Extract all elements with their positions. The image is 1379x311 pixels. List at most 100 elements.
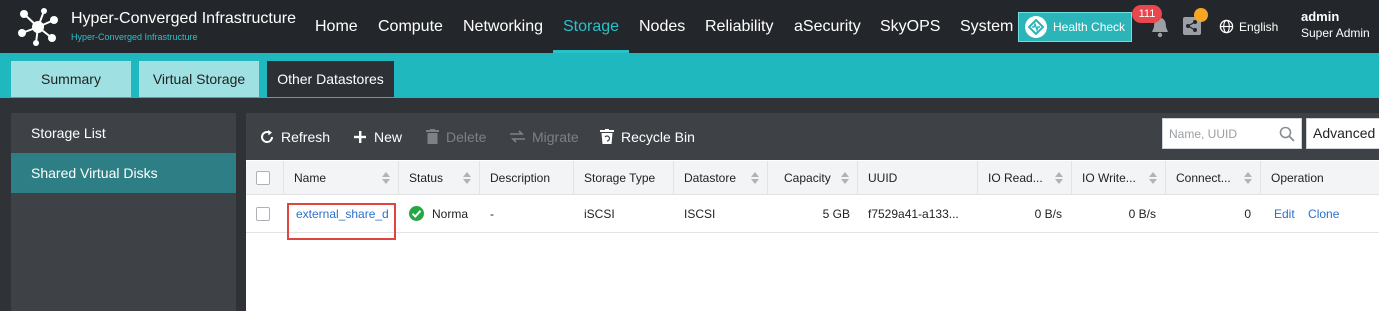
nav-nodes[interactable]: Nodes (639, 0, 685, 53)
top-navbar: Hyper-Converged Infrastructure Hyper-Con… (0, 0, 1379, 53)
column-io-read-label: IO Read... (988, 171, 1043, 185)
migrate-button[interactable]: Migrate (510, 113, 579, 160)
status-label: Norma (432, 207, 469, 221)
health-check-label: Health Check (1053, 20, 1126, 34)
search-input[interactable] (1169, 125, 1275, 143)
column-datastore-label: Datastore (684, 171, 737, 185)
sort-icon[interactable] (1149, 172, 1157, 184)
logo-icon (18, 8, 58, 46)
capacity-cell: 5 GB (822, 207, 850, 221)
nav-compute[interactable]: Compute (378, 0, 443, 53)
refresh-label: Refresh (281, 128, 331, 145)
left-sidebar: Storage List Shared Virtual Disks (11, 113, 236, 311)
migrate-label: Migrate (532, 128, 579, 145)
column-uuid-label: UUID (868, 171, 898, 185)
column-capacity-label: Capacity (784, 171, 831, 185)
table-row[interactable]: external_share_d Norma - iSCSI ISCSI 5 G… (246, 195, 1379, 233)
health-check-icon (1025, 16, 1047, 38)
health-check-button[interactable]: Health Check (1018, 12, 1132, 42)
column-status-label: Status (409, 171, 444, 185)
column-storage-type: Storage Type (574, 161, 674, 195)
connections-cell: 0 (1244, 207, 1251, 221)
sub-tab-bar: Summary Virtual Storage Other Datastores (0, 53, 1379, 98)
delete-button[interactable]: Delete (426, 113, 486, 160)
column-operation: Operation (1261, 161, 1379, 195)
search-icon[interactable] (1279, 126, 1295, 142)
io-read-cell: 0 B/s (1034, 207, 1062, 221)
select-all-cell (246, 161, 284, 195)
description-cell: - (490, 207, 494, 221)
recycle-bin-label: Recycle Bin (621, 128, 695, 145)
refresh-button[interactable]: Refresh (260, 113, 330, 160)
column-connections-label: Connect... (1176, 171, 1231, 185)
select-all-checkbox[interactable] (256, 171, 270, 185)
highlight-box (287, 203, 396, 240)
nav-reliability[interactable]: Reliability (705, 0, 773, 53)
edit-link[interactable]: Edit (1274, 207, 1295, 221)
sidebar-item-storage-list[interactable]: Storage List (11, 113, 236, 153)
user-name[interactable]: admin (1301, 9, 1339, 24)
row-checkbox[interactable] (256, 207, 270, 221)
clone-link[interactable]: Clone (1308, 207, 1339, 221)
column-operation-label: Operation (1271, 171, 1324, 185)
plus-icon (354, 130, 366, 143)
nav-skyops[interactable]: SkyOPS (880, 0, 940, 53)
column-capacity[interactable]: Capacity (768, 161, 858, 195)
column-description-label: Description (490, 171, 551, 185)
column-io-write-label: IO Write... (1082, 171, 1136, 185)
globe-icon (1219, 19, 1234, 34)
storage-type-cell: iSCSI (584, 207, 615, 221)
nav-asecurity[interactable]: aSecurity (794, 0, 861, 53)
new-label: New (374, 128, 403, 145)
sort-icon[interactable] (463, 172, 471, 184)
sidebar-item-shared-virtual-disks[interactable]: Shared Virtual Disks (11, 153, 236, 193)
new-button[interactable]: New (353, 113, 402, 160)
tab-summary[interactable]: Summary (11, 61, 131, 97)
io-write-cell: 0 B/s (1128, 207, 1156, 221)
refresh-icon (261, 129, 274, 143)
column-datastore[interactable]: Datastore (674, 161, 768, 195)
tab-virtual-storage[interactable]: Virtual Storage (139, 61, 259, 97)
sort-icon[interactable] (751, 172, 759, 184)
column-connections[interactable]: Connect... (1166, 161, 1261, 195)
language-selector[interactable]: English (1219, 0, 1278, 53)
sort-icon[interactable] (1244, 172, 1252, 184)
recycle-bin-icon (600, 129, 614, 144)
tab-other-datastores[interactable]: Other Datastores (267, 61, 394, 97)
trash-icon (426, 129, 439, 144)
table-header: Name Status Description Storage Type Dat… (246, 161, 1379, 195)
delete-label: Delete (446, 128, 487, 145)
row-select-cell (246, 195, 284, 233)
check-circle-icon (409, 206, 424, 222)
column-status[interactable]: Status (399, 161, 480, 195)
search-box (1162, 118, 1302, 149)
column-name[interactable]: Name (284, 161, 399, 195)
user-role: Super Admin (1301, 26, 1370, 40)
sort-icon[interactable] (841, 172, 849, 184)
status-cell: Norma (399, 195, 480, 233)
toolbar: Refresh New Delete Migrate Recycle Bin A… (246, 113, 1379, 160)
nav-system[interactable]: System (960, 0, 1013, 53)
migrate-icon (510, 130, 525, 143)
uuid-cell: f7529a41-a133... (868, 207, 959, 221)
main-panel: Refresh New Delete Migrate Recycle Bin A… (246, 113, 1379, 311)
brand-subtitle: Hyper-Converged Infrastructure (71, 32, 198, 42)
operation-cell: Edit Clone (1264, 195, 1379, 233)
sort-icon[interactable] (382, 172, 390, 184)
sort-icon[interactable] (1055, 172, 1063, 184)
column-io-write[interactable]: IO Write... (1072, 161, 1166, 195)
language-label: English (1239, 19, 1279, 34)
column-description: Description (480, 161, 574, 195)
column-io-read[interactable]: IO Read... (978, 161, 1072, 195)
nav-storage[interactable]: Storage (563, 0, 619, 53)
alert-count-badge: 111 (1132, 5, 1162, 23)
nav-networking[interactable]: Networking (463, 0, 543, 53)
column-uuid: UUID (858, 161, 978, 195)
advanced-search-button[interactable]: Advanced (1306, 118, 1379, 149)
nav-home[interactable]: Home (315, 0, 358, 53)
brand-title: Hyper-Converged Infrastructure (71, 10, 296, 27)
recycle-bin-button[interactable]: Recycle Bin (600, 113, 695, 160)
datastore-cell: ISCSI (684, 207, 716, 221)
column-name-label: Name (294, 171, 327, 185)
notification-dot (1194, 8, 1208, 22)
